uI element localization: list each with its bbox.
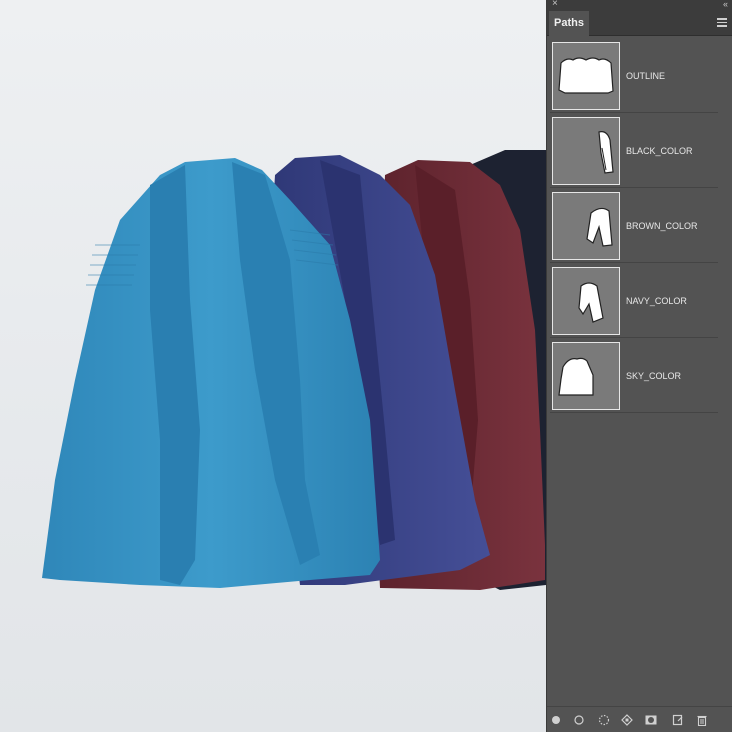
new-path-icon[interactable] xyxy=(672,714,684,726)
outline-path-thumbnail xyxy=(552,42,620,110)
tab-paths[interactable]: Paths xyxy=(549,11,589,36)
path-name: BROWN_COLOR xyxy=(626,221,698,231)
path-row-navy-color[interactable]: NAVY_COLOR xyxy=(550,264,718,338)
paths-panel: × ‹‹ Paths OUTLINE BLACK_COLOR BROWN_COL xyxy=(546,0,732,732)
sky-color-path-thumbnail xyxy=(552,342,620,410)
add-mask-icon[interactable] xyxy=(645,714,657,726)
brown-color-path-thumbnail xyxy=(552,192,620,260)
close-panel-icon[interactable]: × xyxy=(552,0,558,9)
collapse-panel-icon[interactable]: ‹‹ xyxy=(723,0,728,9)
make-work-path-icon[interactable] xyxy=(621,714,633,726)
path-row-brown-color[interactable]: BROWN_COLOR xyxy=(550,189,718,263)
path-row-outline[interactable]: OUTLINE xyxy=(550,39,718,113)
navy-color-path-thumbnail xyxy=(552,267,620,335)
path-name: SKY_COLOR xyxy=(626,371,682,381)
fill-path-icon[interactable] xyxy=(550,714,562,726)
path-row-sky-color[interactable]: SKY_COLOR xyxy=(550,339,718,413)
panel-top-strip: × ‹‹ xyxy=(547,0,732,10)
delete-path-icon[interactable] xyxy=(696,714,708,727)
black-color-path-thumbnail xyxy=(552,117,620,185)
path-name: OUTLINE xyxy=(626,71,666,81)
panel-tab-bar: Paths xyxy=(547,10,732,36)
load-as-selection-icon[interactable] xyxy=(598,714,610,726)
path-name: BLACK_COLOR xyxy=(626,146,693,156)
panel-bottom-toolbar xyxy=(547,706,732,732)
path-name: NAVY_COLOR xyxy=(626,296,687,306)
panel-scroll-track[interactable] xyxy=(719,37,732,707)
stroke-path-icon[interactable] xyxy=(573,714,585,726)
document-canvas[interactable] xyxy=(0,0,546,732)
panel-menu-icon[interactable] xyxy=(717,18,727,27)
path-row-black-color[interactable]: BLACK_COLOR xyxy=(550,114,718,188)
cardigans-photo xyxy=(42,150,546,590)
